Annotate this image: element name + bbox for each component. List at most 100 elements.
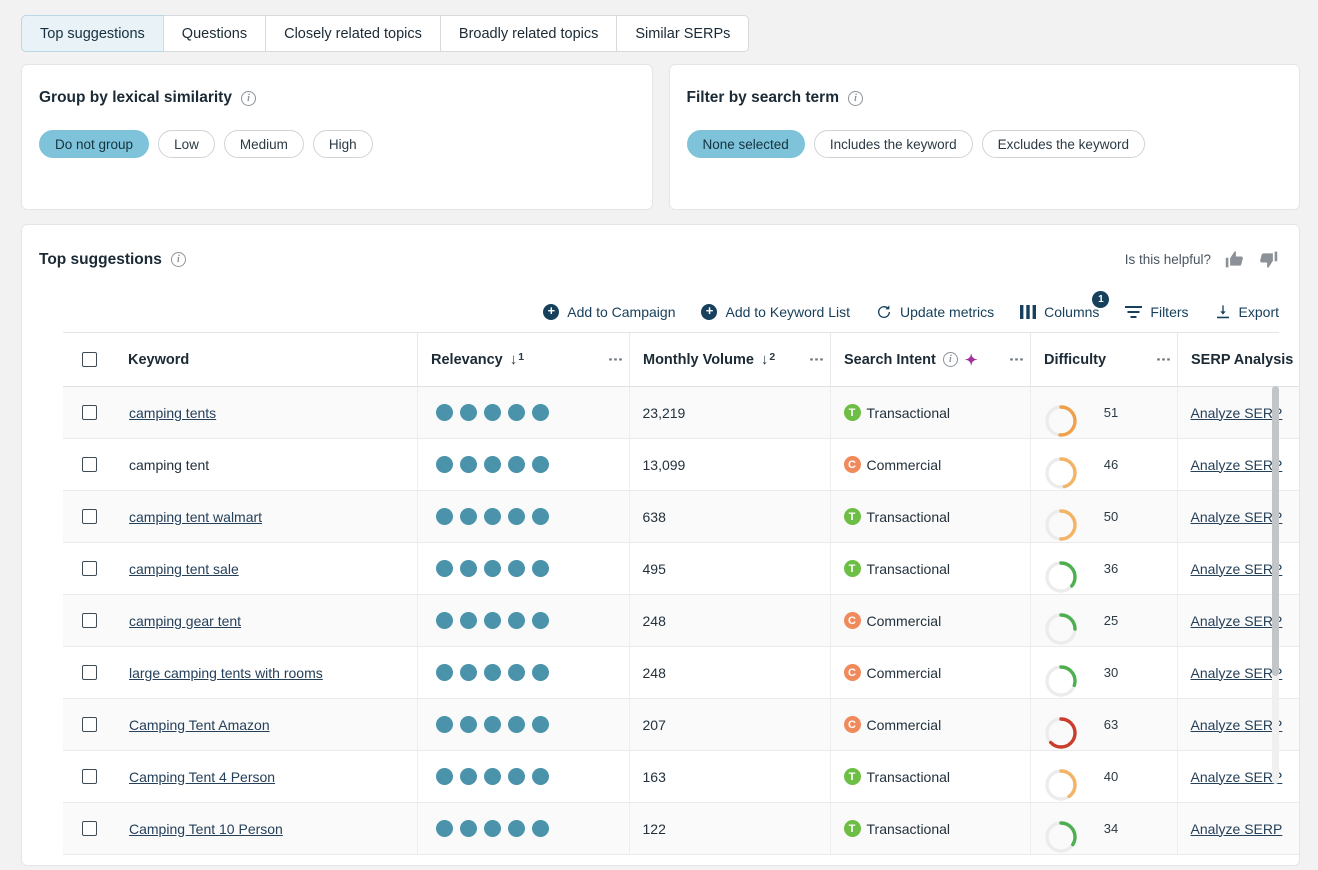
columns-label: Columns [1044, 304, 1099, 320]
difficulty-gauge: 46 [1044, 456, 1177, 490]
export-button[interactable]: Export [1215, 304, 1279, 320]
add-to-campaign-button[interactable]: + Add to Campaign [543, 304, 675, 320]
difficulty-cell: 63 [1030, 699, 1177, 751]
analyze-serp-link[interactable]: Analyze SERP [1191, 821, 1283, 837]
keyword-link[interactable]: Camping Tent Amazon [129, 717, 270, 733]
row-checkbox[interactable] [82, 717, 97, 732]
update-metrics-button[interactable]: Update metrics [876, 304, 994, 320]
info-icon[interactable]: i [848, 91, 863, 106]
table-row: large camping tents with rooms248CCommer… [63, 647, 1300, 699]
relevancy-dot [532, 820, 549, 837]
analyze-serp-link[interactable]: Analyze SERP [1191, 561, 1283, 577]
column-header-monthly-volume[interactable]: Monthly Volume [643, 352, 754, 368]
intent-label: Commercial [867, 665, 942, 681]
difficulty-gauge: 51 [1044, 404, 1177, 438]
search-intent-cell: CCommercial [830, 595, 1030, 647]
filters-label: Filters [1150, 304, 1188, 320]
intent-badge-icon: T [844, 560, 861, 577]
analyze-serp-link[interactable]: Analyze SERP [1191, 509, 1283, 525]
keyword-link[interactable]: camping gear tent [129, 613, 241, 629]
row-checkbox[interactable] [82, 405, 97, 420]
keyword-cell: camping tents [115, 387, 417, 439]
tab-similar-serps[interactable]: Similar SERPs [616, 15, 749, 52]
column-header-search-intent[interactable]: Search Intent [844, 352, 936, 368]
table-header-row: Keyword Relevancy ↓ 1 ⋮ [63, 333, 1300, 387]
keyword-link[interactable]: camping tents [129, 405, 216, 421]
column-header-relevancy[interactable]: Relevancy [431, 352, 503, 368]
row-checkbox[interactable] [82, 509, 97, 524]
tab-top-suggestions[interactable]: Top suggestions [21, 15, 163, 52]
serp-analysis-cell: Analyze SERP [1177, 751, 1300, 803]
scrollbar-thumb[interactable] [1272, 386, 1279, 676]
keyword-link[interactable]: Camping Tent 10 Person [129, 821, 283, 837]
info-icon[interactable]: i [241, 91, 256, 106]
analyze-serp-link[interactable]: Analyze SERP [1191, 717, 1283, 733]
relevancy-dot [460, 456, 477, 473]
column-menu-icon[interactable]: ⋮ [1012, 352, 1020, 367]
thumbs-up-icon[interactable] [1224, 249, 1245, 270]
relevancy-dot [508, 456, 525, 473]
filter-option-includes-keyword[interactable]: Includes the keyword [814, 130, 973, 158]
row-checkbox[interactable] [82, 457, 97, 472]
plus-circle-icon: + [701, 304, 717, 320]
relevancy-cell [417, 751, 629, 803]
keyword-link[interactable]: camping tent walmart [129, 509, 262, 525]
group-option-high[interactable]: High [313, 130, 373, 158]
row-checkbox[interactable] [82, 561, 97, 576]
analyze-serp-link[interactable]: Analyze SERP [1191, 457, 1283, 473]
analyze-serp-link[interactable]: Analyze SERP [1191, 665, 1283, 681]
difficulty-cell: 25 [1030, 595, 1177, 647]
filter-panel-title: Filter by search term [687, 89, 839, 107]
tab-questions[interactable]: Questions [163, 15, 265, 52]
keyword-link[interactable]: camping tent sale [129, 561, 239, 577]
row-checkbox[interactable] [82, 613, 97, 628]
relevancy-dot [460, 612, 477, 629]
filter-option-none-selected[interactable]: None selected [687, 130, 805, 158]
relevancy-dot [508, 508, 525, 525]
select-all-checkbox[interactable] [82, 352, 97, 367]
sort-indicator-relevancy[interactable]: ↓ 1 [510, 353, 524, 367]
info-icon[interactable]: i [171, 252, 186, 267]
difficulty-cell: 50 [1030, 491, 1177, 543]
analyze-serp-link[interactable]: Analyze SERP [1191, 405, 1283, 421]
relevancy-rating [431, 508, 629, 525]
relevancy-rating [431, 820, 629, 837]
row-checkbox[interactable] [82, 665, 97, 680]
column-header-serp-analysis[interactable]: SERP Analysis [1191, 352, 1293, 368]
difficulty-cell: 30 [1030, 647, 1177, 699]
tab-broadly-related-topics[interactable]: Broadly related topics [440, 15, 616, 52]
difficulty-value: 40 [1046, 752, 1177, 802]
tab-closely-related-topics[interactable]: Closely related topics [265, 15, 440, 52]
column-menu-icon[interactable]: ⋮ [812, 352, 820, 367]
analyze-serp-link[interactable]: Analyze SERP [1191, 613, 1283, 629]
group-option-medium[interactable]: Medium [224, 130, 304, 158]
sort-indicator-monthly-volume[interactable]: ↓ 2 [761, 353, 775, 367]
group-option-low[interactable]: Low [158, 130, 215, 158]
add-to-keyword-list-button[interactable]: + Add to Keyword List [701, 304, 850, 320]
group-option-do-not-group[interactable]: Do not group [39, 130, 149, 158]
analyze-serp-link[interactable]: Analyze SERP [1191, 769, 1283, 785]
intent-badge-icon: C [844, 456, 861, 473]
keyword-link[interactable]: Camping Tent 4 Person [129, 769, 275, 785]
relevancy-dot [460, 508, 477, 525]
relevancy-dot [484, 508, 501, 525]
relevancy-dot [532, 768, 549, 785]
table-row: camping tent13,099CCommercial46Analyze S… [63, 439, 1300, 491]
info-icon[interactable]: i [943, 352, 958, 367]
column-header-difficulty[interactable]: Difficulty [1044, 352, 1106, 368]
relevancy-dot [460, 664, 477, 681]
serp-analysis-cell: Analyze SERP [1177, 595, 1300, 647]
row-checkbox[interactable] [82, 769, 97, 784]
table-vertical-scrollbar[interactable] [1272, 386, 1279, 784]
row-checkbox[interactable] [82, 821, 97, 836]
filters-row: Group by lexical similarity i Do not gro… [0, 52, 1318, 210]
filter-option-excludes-keyword[interactable]: Excludes the keyword [982, 130, 1145, 158]
columns-button[interactable]: Columns 1 [1020, 304, 1099, 320]
keyword-link[interactable]: large camping tents with rooms [129, 665, 323, 681]
thumbs-down-icon[interactable] [1258, 249, 1279, 270]
filters-button[interactable]: Filters [1125, 304, 1188, 320]
column-menu-icon[interactable]: ⋮ [611, 352, 619, 367]
column-menu-icon[interactable]: ⋮ [1159, 352, 1167, 367]
relevancy-dot [484, 612, 501, 629]
column-header-keyword[interactable]: Keyword [128, 352, 189, 368]
